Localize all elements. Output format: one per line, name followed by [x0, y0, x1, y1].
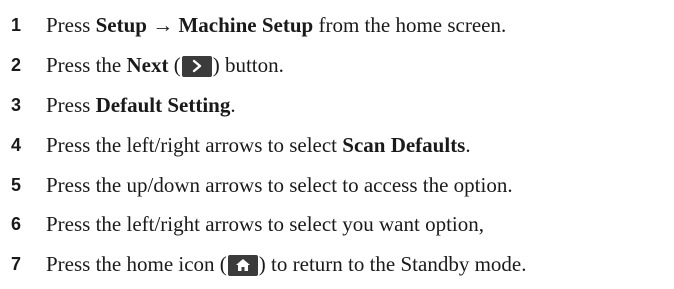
step-number: 3 [11, 94, 22, 115]
step-5: 5 Press the up/down arrows to select to … [0, 165, 674, 205]
step-text: Press the up/down arrows to select to ac… [46, 172, 513, 197]
step-number: 4 [11, 134, 22, 155]
menu-label-machine-setup: Machine Setup [178, 12, 314, 37]
step-text-segment: Press the [46, 52, 127, 77]
step-6: 6 Press the left/right arrows to select … [0, 204, 674, 244]
step-text-segment: Press the left/right arrows to select [46, 132, 343, 157]
step-text-segment: ) button. [212, 52, 284, 77]
step-number: 6 [11, 213, 22, 234]
step-4: 4 Press the left/right arrows to select … [0, 125, 674, 165]
step-number: 5 [11, 174, 22, 195]
step-text-segment: Press the home icon ( [46, 251, 227, 276]
step-text: Press Default Setting . [46, 93, 236, 118]
step-text-segment: ) to return to the Standby mode. [258, 251, 527, 276]
arrow-glyph: → [152, 12, 174, 37]
step-text: Press the left/right arrows to select Sc… [46, 133, 471, 158]
step-text-segment: Press [46, 12, 96, 37]
step-7: 7 Press the home icon ( ) to return to t… [0, 244, 674, 284]
step-3: 3 Press Default Setting . [0, 85, 674, 125]
step-text: Press the Next ( ) button. [46, 53, 284, 78]
home-icon [227, 254, 258, 276]
button-label-next: Next [126, 52, 169, 77]
step-text: Press Setup → Machine Setup from the hom… [46, 13, 506, 38]
step-text: Press the left/right arrows to select yo… [46, 211, 484, 236]
chevron-right-icon [181, 55, 212, 77]
step-text-segment: ( [168, 52, 181, 77]
step-text-segment: . [230, 92, 236, 117]
step-text-segment: . [465, 132, 471, 157]
step-number: 7 [11, 253, 22, 274]
step-text: Press the home icon ( ) to return to the… [46, 252, 527, 277]
step-2: 2 Press the Next ( ) button. [0, 45, 674, 85]
step-number: 1 [11, 14, 22, 35]
menu-label-scan-defaults: Scan Defaults [342, 132, 466, 157]
step-number: 2 [11, 54, 22, 75]
step-text-segment: from the home screen. [313, 12, 507, 37]
menu-label-default-setting: Default Setting [95, 92, 231, 117]
step-1: 1 Press Setup → Machine Setup from the h… [0, 5, 674, 45]
menu-label-setup: Setup [95, 12, 147, 37]
step-text-segment: Press [46, 92, 96, 117]
